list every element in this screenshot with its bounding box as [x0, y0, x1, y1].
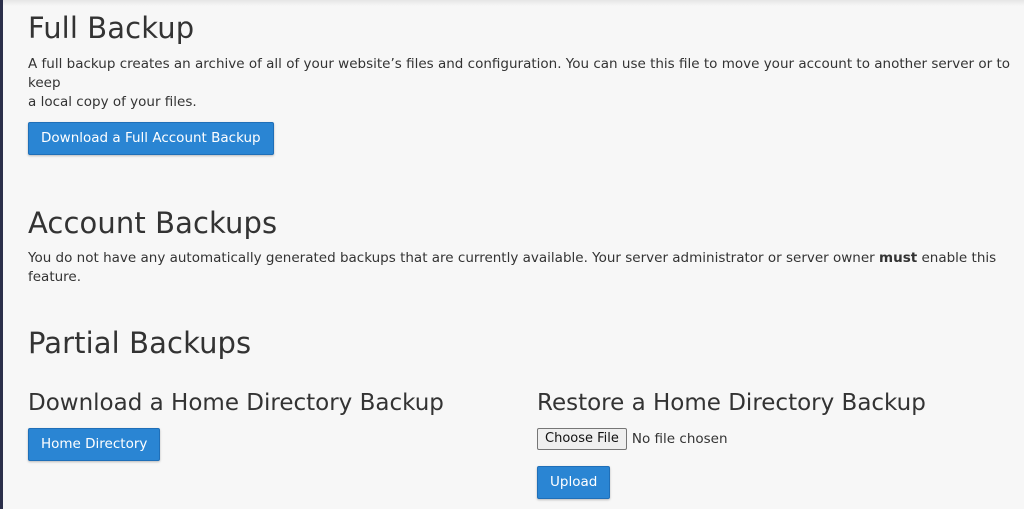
top-bar-shadow — [3, 0, 1024, 6]
left-rail — [0, 0, 3, 509]
full-backup-description: A full backup creates an archive of all … — [28, 55, 1018, 112]
full-backup-description-line1: A full backup creates an archive of all … — [28, 56, 1011, 91]
download-full-backup-button[interactable]: Download a Full Account Backup — [28, 122, 274, 155]
account-backups-title: Account Backups — [28, 206, 278, 240]
restore-home-directory-title: Restore a Home Directory Backup — [537, 390, 926, 416]
account-backups-text: You do not have any automatically genera… — [28, 250, 880, 266]
must-emphasis: must — [879, 250, 918, 266]
full-backup-description-line2: a local copy of your files. — [28, 94, 197, 110]
download-home-directory-title: Download a Home Directory Backup — [28, 390, 444, 416]
file-status-text: No file chosen — [631, 431, 728, 447]
home-directory-button[interactable]: Home Directory — [28, 428, 161, 461]
choose-file-button[interactable]: Choose File — [537, 428, 627, 450]
account-backups-text-line2: feature. — [28, 269, 82, 285]
partial-backups-title: Partial Backups — [28, 326, 252, 360]
upload-button[interactable]: Upload — [537, 466, 611, 499]
file-input[interactable]: Choose File No file chosen — [537, 428, 728, 450]
account-backups-text-end: enable this — [917, 250, 997, 266]
account-backups-description: You do not have any automatically genera… — [28, 249, 1018, 287]
full-backup-title: Full Backup — [28, 11, 195, 45]
